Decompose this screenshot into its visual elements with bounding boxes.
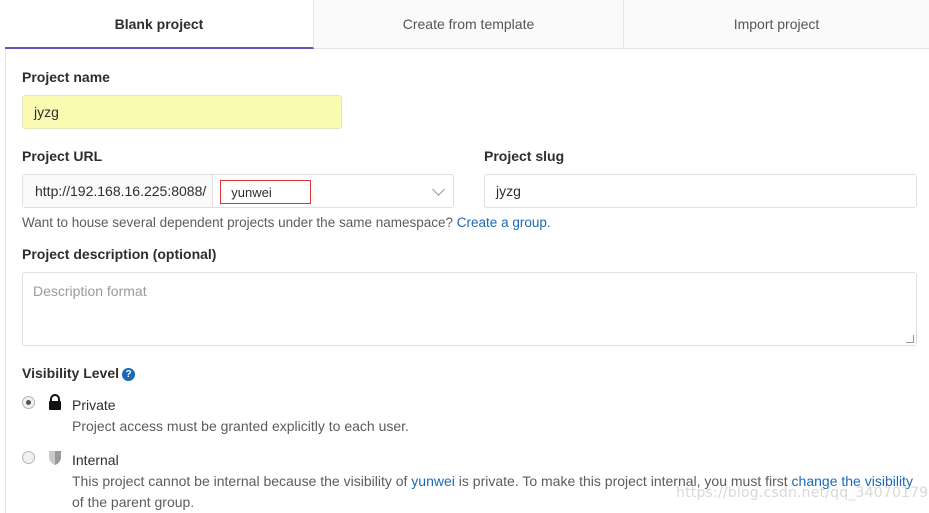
project-url-label: Project URL bbox=[22, 148, 103, 164]
question-circle-icon[interactable]: ? bbox=[122, 368, 136, 381]
lock-icon bbox=[49, 394, 61, 410]
visibility-label: Visibility Level? bbox=[22, 365, 136, 381]
namespace-value: yunwei bbox=[220, 180, 312, 204]
create-group-link[interactable]: Create a group. bbox=[457, 215, 551, 230]
internal-title: Internal bbox=[72, 452, 119, 468]
project-name-label: Project name bbox=[22, 69, 110, 85]
internal-desc-part3: of the parent group. bbox=[72, 494, 195, 510]
project-tabs: Blank project Create from template Impor… bbox=[5, 0, 929, 49]
description-label: Project description (optional) bbox=[22, 246, 217, 262]
private-title: Private bbox=[72, 397, 116, 413]
project-slug-label: Project slug bbox=[484, 148, 565, 164]
visibility-label-text: Visibility Level bbox=[22, 365, 120, 381]
project-slug-input[interactable]: jyzg bbox=[484, 174, 917, 208]
private-description: Project access must be granted explicitl… bbox=[72, 418, 409, 434]
internal-desc-part1: This project cannot be internal because … bbox=[72, 473, 408, 489]
internal-radio[interactable] bbox=[22, 451, 35, 464]
private-radio[interactable] bbox=[22, 396, 35, 409]
panel-border bbox=[5, 49, 6, 513]
tab-create-from-template[interactable]: Create from template bbox=[314, 0, 624, 48]
namespace-help-sentence: Want to house several dependent projects… bbox=[22, 215, 454, 230]
project-url-prefix: http://192.168.16.225:8088/ bbox=[23, 175, 214, 207]
namespace-help-text: Want to house several dependent projects… bbox=[22, 215, 551, 230]
project-name-input[interactable]: jyzg bbox=[22, 95, 342, 129]
shield-icon bbox=[49, 451, 61, 465]
chevron-down-icon bbox=[432, 183, 445, 196]
parent-group-link[interactable]: yunwei bbox=[411, 473, 455, 489]
project-url-group: http://192.168.16.225:8088/ yunwei bbox=[22, 174, 454, 208]
description-placeholder: Description format bbox=[33, 283, 147, 299]
watermark: https://blog.csdn.net/qq_34070179 bbox=[676, 485, 929, 501]
resize-handle-icon[interactable] bbox=[906, 335, 914, 343]
description-textarea[interactable]: Description format bbox=[22, 272, 917, 346]
namespace-select[interactable]: yunwei bbox=[213, 175, 453, 207]
tab-blank-project[interactable]: Blank project bbox=[5, 0, 314, 49]
tab-import-project[interactable]: Import project bbox=[624, 0, 929, 48]
